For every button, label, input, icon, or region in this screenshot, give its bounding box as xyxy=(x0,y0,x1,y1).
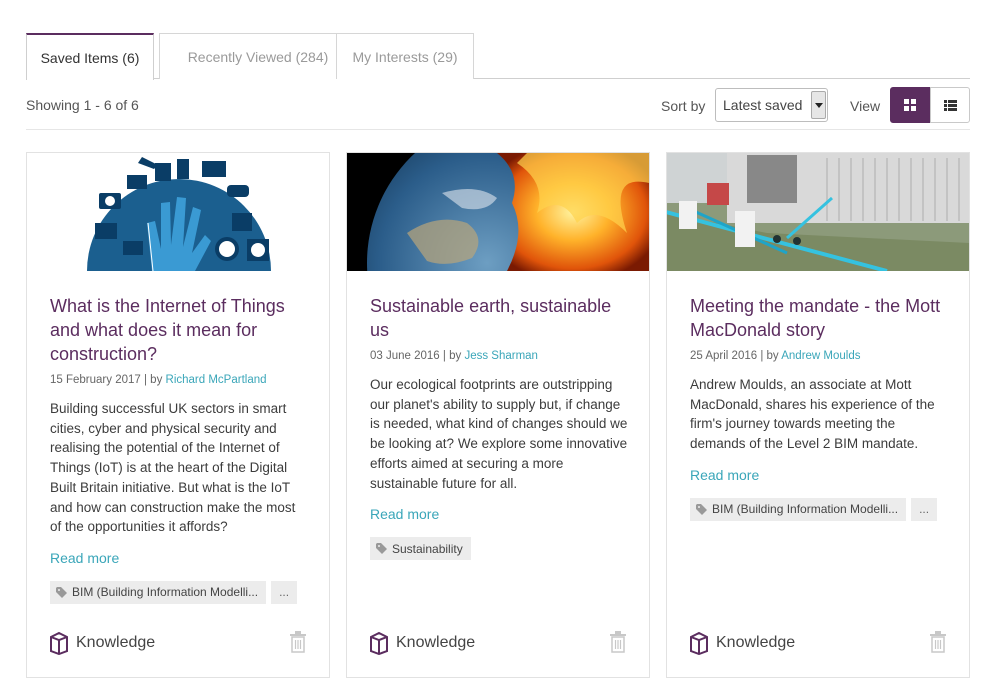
earth-on-fire-photo xyxy=(347,153,649,271)
more-tags-button[interactable]: ... xyxy=(271,580,298,604)
read-more-link[interactable]: Read more xyxy=(50,550,119,566)
tag-icon xyxy=(56,586,67,598)
tab-my-interests[interactable]: My Interests (29) xyxy=(336,33,474,79)
read-more-link[interactable]: Read more xyxy=(690,467,759,483)
card-meta: 15 February 2017 | by Richard McPartland xyxy=(50,374,310,386)
sort-label: Sort by xyxy=(661,98,706,114)
tag-icon xyxy=(696,503,707,515)
knowledge-icon xyxy=(50,631,68,655)
bim-pipework-render xyxy=(667,153,969,271)
card-tags: BIM (Building Information Modelli... ... xyxy=(50,580,310,604)
tag-label: Sustainability xyxy=(392,541,463,556)
category-text: Knowledge xyxy=(716,634,796,651)
card-author-link[interactable]: Andrew Moulds xyxy=(781,350,860,362)
grid-view-button[interactable] xyxy=(890,87,930,123)
tab-bar: Saved Items (6) Recently Viewed (284) My… xyxy=(26,33,970,80)
card-meta: 25 April 2016 | by Andrew Moulds xyxy=(690,350,950,362)
trash-icon[interactable] xyxy=(289,631,307,653)
card-title[interactable]: What is the Internet of Things and what … xyxy=(50,294,310,366)
card-by: | by xyxy=(760,350,779,362)
card-title[interactable]: Sustainable earth, sustainable us xyxy=(370,294,630,342)
tag-label: BIM (Building Information Modelli... xyxy=(72,585,259,600)
card-tags: Sustainability xyxy=(370,537,630,561)
saved-item-card: Sustainable earth, sustainable us 03 Jun… xyxy=(346,152,650,678)
saved-item-card: Meeting the mandate - the Mott MacDonald… xyxy=(666,152,970,678)
view-label: View xyxy=(850,98,881,114)
card-by: | by xyxy=(144,374,163,386)
tag-chip[interactable]: Sustainability xyxy=(370,537,471,561)
chevron-down-icon xyxy=(811,91,826,119)
category-label: Knowledge xyxy=(49,631,155,655)
results-toolbar: Showing 1 - 6 of 6 Sort by Latest saved … xyxy=(26,86,970,130)
card-tags: BIM (Building Information Modelli... ... xyxy=(690,497,950,521)
more-tags-button[interactable]: ... xyxy=(911,497,938,521)
card-description: Building successful UK sectors in smart … xyxy=(50,401,296,535)
card-by: | by xyxy=(442,350,462,362)
card-description: Our ecological footprints are outstrippi… xyxy=(370,377,628,491)
saved-item-card: What is the Internet of Things and what … xyxy=(26,152,330,678)
card-thumbnail[interactable] xyxy=(347,153,649,271)
tab-saved-items[interactable]: Saved Items (6) xyxy=(26,33,154,80)
sort-select[interactable]: Latest saved xyxy=(715,88,828,122)
card-author-link[interactable]: Richard McPartland xyxy=(166,374,267,386)
read-more-link[interactable]: Read more xyxy=(370,506,439,522)
card-footer: Knowledge xyxy=(369,631,629,657)
card-meta: 03 June 2016 | by Jess Sharman xyxy=(370,350,630,362)
tag-chip[interactable]: BIM (Building Information Modelli... xyxy=(50,580,267,604)
knowledge-icon xyxy=(690,631,708,655)
knowledge-icon xyxy=(370,631,388,655)
category-label: Knowledge xyxy=(689,631,795,655)
tag-icon xyxy=(376,543,387,555)
card-description: Andrew Moulds, an associate at Mott MacD… xyxy=(690,377,935,452)
card-footer: Knowledge xyxy=(689,631,949,657)
card-author-link[interactable]: Jess Sharman xyxy=(464,350,538,362)
list-view-button[interactable] xyxy=(930,87,970,123)
category-text: Knowledge xyxy=(396,634,476,651)
tab-recently-viewed[interactable]: Recently Viewed (284) xyxy=(159,33,357,79)
tag-label: BIM (Building Information Modelli... xyxy=(712,502,899,517)
card-title[interactable]: Meeting the mandate - the Mott MacDonald… xyxy=(690,294,950,342)
card-thumbnail[interactable] xyxy=(27,153,329,271)
trash-icon[interactable] xyxy=(929,631,947,653)
category-text: Knowledge xyxy=(76,634,156,651)
internet-of-things-illustration xyxy=(27,153,329,271)
card-footer: Knowledge xyxy=(49,631,309,657)
list-icon xyxy=(943,99,957,111)
category-label: Knowledge xyxy=(369,631,475,655)
results-count: Showing 1 - 6 of 6 xyxy=(26,97,139,113)
card-date: 03 June 2016 xyxy=(370,350,440,362)
card-date: 15 February 2017 xyxy=(50,374,141,386)
sort-select-value: Latest saved xyxy=(723,97,803,113)
card-date: 25 April 2016 xyxy=(690,350,758,362)
card-thumbnail[interactable] xyxy=(667,153,969,271)
trash-icon[interactable] xyxy=(609,631,627,653)
grid-icon xyxy=(904,99,916,111)
tag-chip[interactable]: BIM (Building Information Modelli... xyxy=(690,497,907,521)
